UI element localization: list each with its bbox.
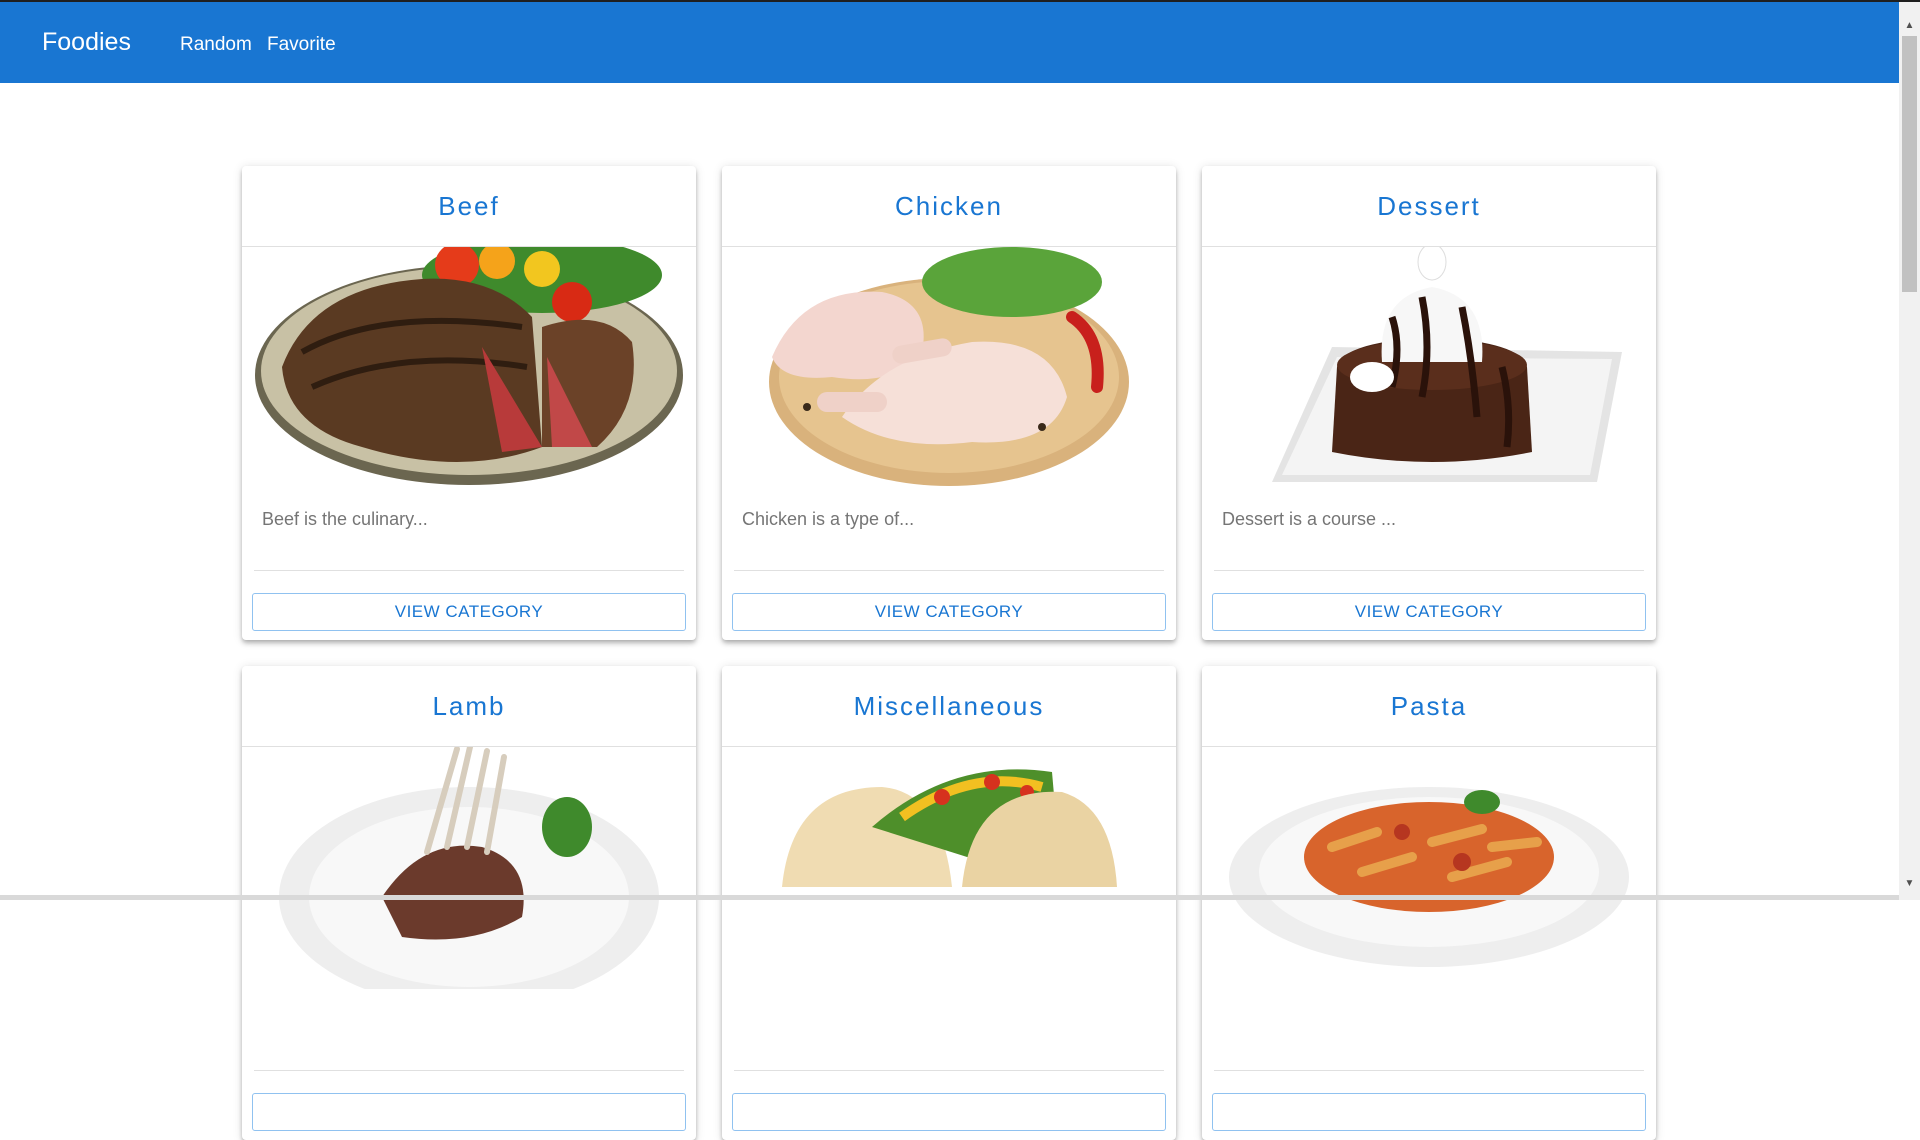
beef-steak-image: [242, 247, 696, 489]
card-title: Pasta: [1202, 666, 1656, 747]
card-description: Chicken is a type of...: [734, 489, 1164, 571]
card-description: Beef is the culinary...: [254, 489, 684, 571]
chocolate-cake-image: [1202, 247, 1656, 489]
category-card-beef: Beef Beef is the culinary... VIEW CATEGO…: [242, 166, 696, 640]
view-category-button[interactable]: VIEW CATEGORY: [252, 593, 686, 631]
category-card-pasta: Pasta: [1202, 666, 1656, 1140]
lamb-rack-image: [242, 747, 696, 989]
view-category-button[interactable]: [252, 1093, 686, 1131]
card-title: Beef: [242, 166, 696, 247]
nav-link-favorite[interactable]: Favorite: [267, 34, 336, 56]
brand-logo-text[interactable]: Foodies: [42, 28, 131, 57]
penne-pasta-image: [1202, 747, 1656, 989]
nav-link-random[interactable]: Random: [180, 34, 252, 56]
card-description: Dessert is a course ...: [1214, 489, 1644, 571]
scroll-up-arrow-icon[interactable]: ▲: [1899, 16, 1920, 36]
view-category-button[interactable]: VIEW CATEGORY: [1212, 593, 1646, 631]
card-title: Chicken: [722, 166, 1176, 247]
category-card-lamb: Lamb: [242, 666, 696, 1140]
chicken-legs-image: [722, 247, 1176, 489]
card-title: Lamb: [242, 666, 696, 747]
scrollbar-thumb[interactable]: [1902, 36, 1917, 292]
vertical-scrollbar[interactable]: ▲ ▼: [1899, 2, 1920, 900]
scroll-down-arrow-icon[interactable]: ▼: [1899, 874, 1920, 894]
navbar: Foodies Random Favorite: [0, 2, 1899, 83]
horizontal-scrollbar[interactable]: [0, 895, 1899, 900]
card-description: [1214, 989, 1644, 1071]
view-category-button[interactable]: [732, 1093, 1166, 1131]
card-title: Dessert: [1202, 166, 1656, 247]
view-category-button[interactable]: [1212, 1093, 1646, 1131]
card-description: [254, 989, 684, 1071]
category-card-chicken: Chicken Chicken is a type of... VIEW CAT…: [722, 166, 1176, 640]
card-description: [734, 989, 1164, 1071]
card-title: Miscellaneous: [722, 666, 1176, 747]
tacos-image: [722, 747, 1176, 989]
view-category-button[interactable]: VIEW CATEGORY: [732, 593, 1166, 631]
category-card-miscellaneous: Miscellaneous: [722, 666, 1176, 1140]
category-card-dessert: Dessert Dessert is a course ... VIEW CAT…: [1202, 166, 1656, 640]
